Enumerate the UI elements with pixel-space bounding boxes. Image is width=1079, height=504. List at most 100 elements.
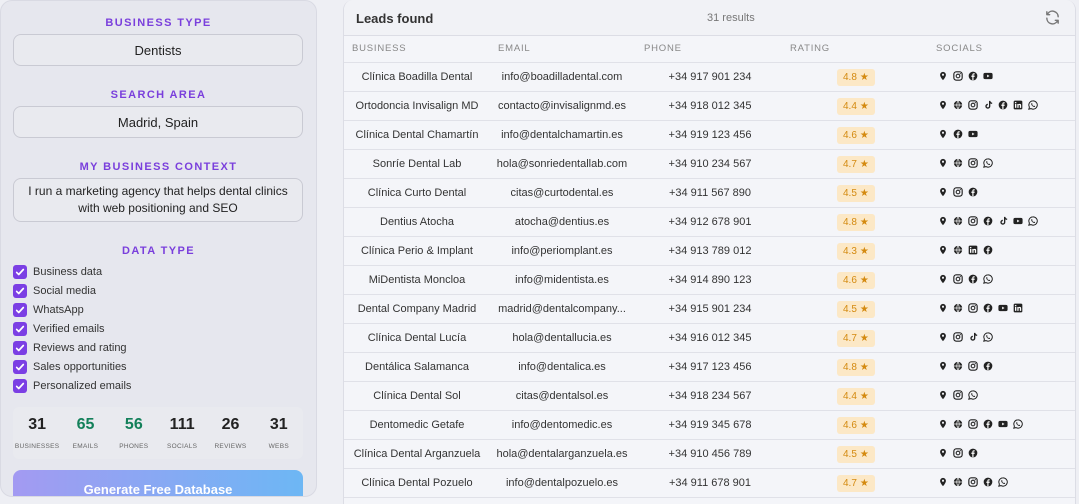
facebook-icon[interactable]: [983, 303, 993, 313]
youtube-icon[interactable]: [998, 303, 1008, 313]
table-row[interactable]: Clínica Dental Lucía hola@dentallucia.es +…: [344, 324, 1075, 353]
instagram-icon[interactable]: [953, 274, 963, 284]
data-type-option[interactable]: Personalized emails: [13, 376, 131, 395]
pin-icon[interactable]: [938, 71, 948, 81]
web-icon[interactable]: [953, 245, 963, 255]
table-row[interactable]: Sonríe Dental Lab hola@sonriedentallab.co…: [344, 150, 1075, 179]
tiktok-icon[interactable]: [998, 216, 1008, 226]
web-icon[interactable]: [953, 100, 963, 110]
facebook-icon[interactable]: [968, 448, 978, 458]
facebook-icon[interactable]: [983, 245, 993, 255]
web-icon[interactable]: [953, 477, 963, 487]
facebook-icon[interactable]: [983, 361, 993, 371]
checkbox-checked-icon[interactable]: [13, 321, 27, 336]
pin-icon[interactable]: [938, 274, 948, 284]
table-row[interactable]: Clínica Boadilla Dental info@boadilladent…: [344, 63, 1075, 92]
table-row[interactable]: Dentálica Salamanca info@dentalica.es +34 …: [344, 353, 1075, 382]
pin-icon[interactable]: [938, 100, 948, 110]
instagram-icon[interactable]: [953, 332, 963, 342]
web-icon[interactable]: [953, 419, 963, 429]
pin-icon[interactable]: [938, 390, 948, 400]
youtube-icon[interactable]: [1013, 216, 1023, 226]
data-type-option[interactable]: Verified emails: [13, 319, 131, 338]
table-row[interactable]: Clínica Dental Pozuelo info@dentalpozuelo…: [344, 469, 1075, 498]
email-link[interactable]: info@dentalchamartin.es: [492, 129, 632, 141]
table-row[interactable]: Clínica Dental Sol citas@dentalsol.es +34 …: [344, 382, 1075, 411]
whatsapp-icon[interactable]: [983, 274, 993, 284]
tiktok-icon[interactable]: [968, 332, 978, 342]
pin-icon[interactable]: [938, 245, 948, 255]
facebook-icon[interactable]: [983, 216, 993, 226]
refresh-icon[interactable]: [1044, 9, 1061, 26]
pin-icon[interactable]: [938, 419, 948, 429]
instagram-icon[interactable]: [968, 361, 978, 371]
data-type-option[interactable]: Reviews and rating: [13, 338, 131, 357]
checkbox-checked-icon[interactable]: [13, 359, 27, 374]
pin-icon[interactable]: [938, 303, 948, 313]
table-row[interactable]: Dentius Atocha atocha@dentius.es +34 912 6…: [344, 208, 1075, 237]
pin-icon[interactable]: [938, 187, 948, 197]
email-link[interactable]: info@dentomedic.es: [492, 419, 632, 431]
search-area-field[interactable]: Madrid, Spain: [13, 106, 303, 138]
table-row[interactable]: MiDentista Moncloa info@midentista.es +34 …: [344, 266, 1075, 295]
whatsapp-icon[interactable]: [1028, 100, 1038, 110]
business-context-field[interactable]: I run a marketing agency that helps dent…: [13, 178, 303, 222]
pin-icon[interactable]: [938, 448, 948, 458]
facebook-icon[interactable]: [953, 129, 963, 139]
email-link[interactable]: madrid@dentalcompany...: [492, 303, 632, 315]
linkedin-icon[interactable]: [968, 245, 978, 255]
instagram-icon[interactable]: [968, 477, 978, 487]
table-row[interactable]: Clínica Curto Dental citas@curtodental.es…: [344, 179, 1075, 208]
web-icon[interactable]: [953, 216, 963, 226]
tiktok-icon[interactable]: [983, 100, 993, 110]
pin-icon[interactable]: [938, 332, 948, 342]
email-link[interactable]: info@periomplant.es: [492, 245, 632, 257]
whatsapp-icon[interactable]: [968, 390, 978, 400]
linkedin-icon[interactable]: [1013, 303, 1023, 313]
facebook-icon[interactable]: [968, 71, 978, 81]
data-type-option[interactable]: Social media: [13, 281, 131, 300]
table-row[interactable]: Dentomedic Getafe info@dentomedic.es +34 9…: [344, 411, 1075, 440]
instagram-icon[interactable]: [968, 100, 978, 110]
checkbox-checked-icon[interactable]: [13, 378, 27, 393]
table-row[interactable]: Dental Company Madrid madrid@dentalcompan…: [344, 295, 1075, 324]
table-row[interactable]: Ortodoncia Invisalign MD contacto@invisal…: [344, 92, 1075, 121]
instagram-icon[interactable]: [953, 71, 963, 81]
instagram-icon[interactable]: [968, 158, 978, 168]
data-type-option[interactable]: Sales opportunities: [13, 357, 131, 376]
facebook-icon[interactable]: [998, 100, 1008, 110]
email-link[interactable]: hola@dentalarganzuela.es: [492, 448, 632, 460]
web-icon[interactable]: [953, 361, 963, 371]
email-link[interactable]: hola@dentallucia.es: [492, 332, 632, 344]
checkbox-checked-icon[interactable]: [13, 283, 27, 298]
data-type-option[interactable]: WhatsApp: [13, 300, 131, 319]
email-link[interactable]: info@dentalica.es: [492, 361, 632, 373]
email-link[interactable]: atocha@dentius.es: [492, 216, 632, 228]
youtube-icon[interactable]: [968, 129, 978, 139]
checkbox-checked-icon[interactable]: [13, 340, 27, 355]
email-link[interactable]: citas@curtodental.es: [492, 187, 632, 199]
youtube-icon[interactable]: [998, 419, 1008, 429]
facebook-icon[interactable]: [968, 274, 978, 284]
web-icon[interactable]: [953, 303, 963, 313]
email-link[interactable]: info@boadilladental.com: [492, 71, 632, 83]
linkedin-icon[interactable]: [1013, 100, 1023, 110]
business-type-field[interactable]: Dentists: [13, 34, 303, 66]
instagram-icon[interactable]: [968, 303, 978, 313]
data-type-option[interactable]: Business data: [13, 262, 131, 281]
pin-icon[interactable]: [938, 129, 948, 139]
facebook-icon[interactable]: [983, 419, 993, 429]
pin-icon[interactable]: [938, 477, 948, 487]
table-row[interactable]: Clínica Dental Chamartín info@dentalchama…: [344, 121, 1075, 150]
instagram-icon[interactable]: [968, 216, 978, 226]
facebook-icon[interactable]: [968, 187, 978, 197]
checkbox-checked-icon[interactable]: [13, 302, 27, 317]
pin-icon[interactable]: [938, 158, 948, 168]
pin-icon[interactable]: [938, 216, 948, 226]
table-row[interactable]: Clínica Perio & Implant info@periomplant.…: [344, 237, 1075, 266]
email-link[interactable]: citas@dentalsol.es: [492, 390, 632, 402]
instagram-icon[interactable]: [953, 448, 963, 458]
whatsapp-icon[interactable]: [1013, 419, 1023, 429]
table-row[interactable]: Clínica Dental Arganzuela hola@dentalarga…: [344, 440, 1075, 469]
pin-icon[interactable]: [938, 361, 948, 371]
